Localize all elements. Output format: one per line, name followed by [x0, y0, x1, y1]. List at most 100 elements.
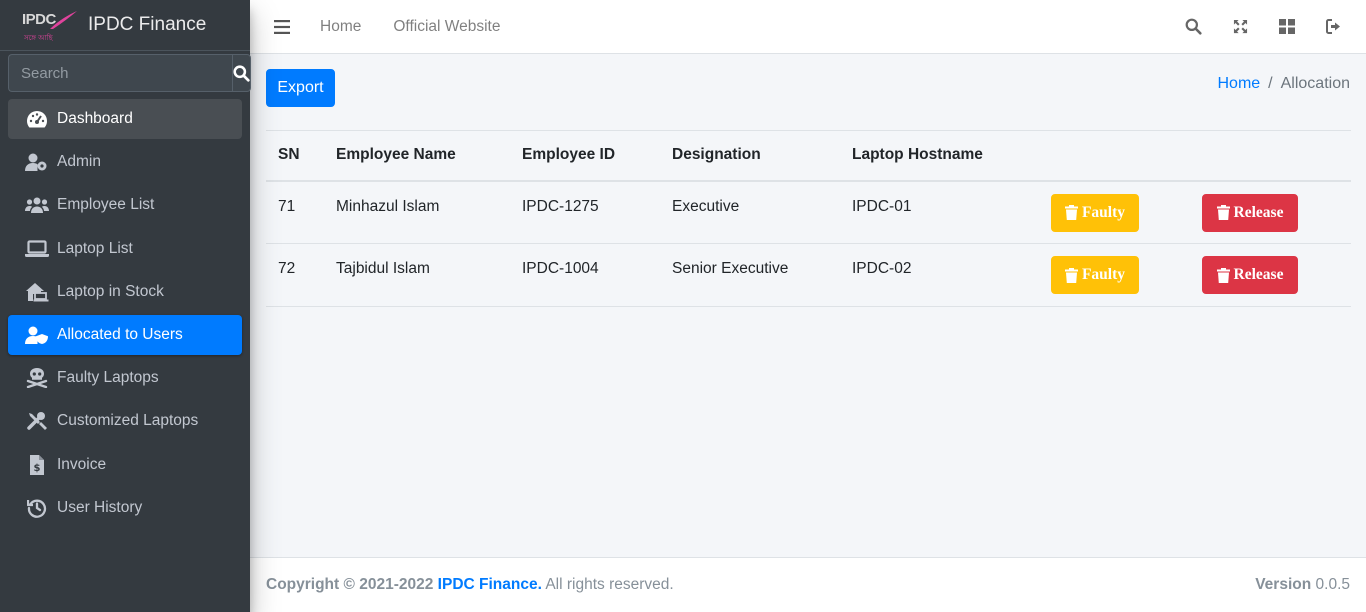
cell-employee-id: IPDC-1004	[510, 243, 660, 307]
search-input[interactable]	[8, 54, 232, 92]
users-icon	[25, 195, 49, 215]
sidebar-item-laptop-in-stock[interactable]: Laptop in Stock	[8, 272, 242, 312]
column-header-faulty-action	[1039, 130, 1190, 182]
sidebar-item-faulty-laptops[interactable]: Faulty Laptops	[8, 358, 242, 398]
sidebar-item-allocated-to-users[interactable]: Allocated to Users	[8, 314, 242, 355]
cell-release-action: Release	[1190, 180, 1351, 244]
sidebar-item-label: Allocated to Users	[57, 325, 183, 343]
table-row: 72 Tajbidul Islam IPDC-1004 Senior Execu…	[266, 243, 1351, 307]
skull-crossbones-icon	[25, 368, 49, 389]
faulty-button-label: Faulty	[1081, 266, 1126, 283]
version-label: Version	[1255, 576, 1312, 593]
cell-laptop-hostname: IPDC-01	[840, 180, 1039, 244]
column-header-sn: SN	[266, 130, 324, 182]
trash-icon	[1216, 205, 1230, 220]
nav-link-home[interactable]: Home	[320, 18, 361, 36]
brand-name: IPDC Finance	[88, 14, 207, 35]
sidebar-item-invoice[interactable]: $ Invoice	[8, 445, 242, 485]
top-icons	[1183, 16, 1344, 36]
sidebar-item-customized-laptops[interactable]: Customized Laptops	[8, 401, 242, 441]
cell-employee-name: Minhazul Islam	[324, 180, 510, 244]
trash-icon	[1064, 267, 1078, 283]
sidebar-item-label: Laptop in Stock	[57, 282, 164, 300]
sidebar-search	[8, 54, 251, 92]
user-cog-icon	[25, 152, 49, 172]
release-button[interactable]: Release	[1202, 193, 1298, 232]
grid-apps-icon[interactable]	[1277, 16, 1297, 36]
version-number: 0.0.5	[1315, 576, 1350, 593]
cell-faulty-action: Faulty	[1039, 243, 1190, 307]
breadcrumb-home[interactable]: Home	[1217, 75, 1260, 93]
table-row: 71 Minhazul Islam IPDC-1275 Executive IP…	[266, 180, 1351, 244]
file-invoice-dollar-icon: $	[25, 454, 49, 475]
sidebar-item-label: User History	[57, 498, 143, 516]
breadcrumb-separator: /	[1268, 75, 1273, 92]
search-icon	[233, 64, 250, 82]
sidebar: IPDC সঙ্গে আছি IPDC Finance Dashboard	[0, 0, 251, 612]
logo-tagline: সঙ্গে আছি	[24, 34, 53, 42]
column-header-employee-id: Employee ID	[510, 130, 660, 182]
sidebar-item-label: Invoice	[57, 455, 107, 473]
cell-sn: 71	[266, 180, 324, 244]
history-icon	[25, 498, 49, 518]
sidebar-item-laptop-list[interactable]: Laptop List	[8, 229, 242, 269]
sidebar-item-label: Admin	[57, 153, 101, 171]
sidebar-item-employee-list[interactable]: Employee List	[8, 185, 242, 225]
faulty-button[interactable]: Faulty	[1051, 256, 1139, 294]
brand-logo: IPDC সঙ্গে আছি	[20, 7, 78, 43]
main-content: Export Home / Allocation SN Employee Nam…	[250, 54, 1366, 557]
cell-faulty-action: Faulty	[1039, 180, 1190, 244]
footer-version: Version 0.0.5	[1255, 576, 1350, 594]
faulty-button[interactable]: Faulty	[1051, 193, 1139, 232]
sidebar-item-dashboard[interactable]: Dashboard	[8, 99, 242, 139]
cell-employee-id: IPDC-1275	[510, 180, 660, 244]
sidebar-menu: Dashboard Admin Employee List Laptop Lis…	[0, 92, 250, 528]
cell-designation: Senior Executive	[660, 243, 840, 307]
sidebar-item-label: Laptop List	[57, 239, 133, 257]
sidebar-item-label: Dashboard	[57, 110, 133, 127]
export-button[interactable]: Export	[266, 69, 335, 107]
logo-swoosh-icon	[50, 11, 77, 29]
column-header-laptop-hostname: Laptop Hostname	[840, 130, 1039, 182]
cell-employee-name: Tajbidul Islam	[324, 243, 510, 307]
allocation-table: SN Employee Name Employee ID Designation…	[266, 130, 1351, 307]
brand-link[interactable]: IPDC সঙ্গে আছি IPDC Finance	[0, 0, 250, 51]
user-shield-icon	[25, 325, 49, 345]
tools-icon	[25, 411, 49, 431]
trash-icon	[1064, 205, 1078, 220]
fullscreen-icon[interactable]	[1230, 16, 1250, 36]
footer-rights: All rights reserved.	[545, 576, 674, 593]
menu-toggle-icon[interactable]	[274, 19, 290, 34]
cell-designation: Executive	[660, 180, 840, 244]
laptop-house-icon	[25, 282, 49, 302]
footer-brand-link[interactable]: IPDC Finance.	[438, 576, 542, 593]
sign-out-icon[interactable]	[1324, 16, 1344, 36]
breadcrumb: Home / Allocation	[1217, 75, 1350, 93]
column-header-designation: Designation	[660, 130, 840, 182]
cell-laptop-hostname: IPDC-02	[840, 243, 1039, 307]
search-button[interactable]	[232, 54, 251, 92]
release-button[interactable]: Release	[1202, 256, 1298, 294]
sidebar-item-label: Faulty Laptops	[57, 369, 159, 387]
nav-link-official-website[interactable]: Official Website	[393, 18, 500, 36]
trash-icon	[1216, 267, 1230, 283]
table-header-row: SN Employee Name Employee ID Designation…	[266, 130, 1351, 182]
svg-text:$: $	[34, 463, 41, 474]
tachometer-icon	[25, 109, 49, 129]
faulty-button-label: Faulty	[1081, 203, 1126, 221]
release-button-label: Release	[1233, 203, 1284, 221]
release-button-label: Release	[1233, 266, 1284, 283]
footer-copyright: Copyright © 2021-2022	[266, 576, 434, 593]
sidebar-item-admin[interactable]: Admin	[8, 142, 242, 182]
cell-release-action: Release	[1190, 243, 1351, 307]
sidebar-item-label: Customized Laptops	[57, 412, 199, 430]
cell-sn: 72	[266, 243, 324, 307]
laptop-icon	[25, 239, 49, 259]
sidebar-item-label: Employee List	[57, 196, 155, 214]
footer: Copyright © 2021-2022 IPDC Finance. All …	[250, 557, 1366, 612]
sidebar-item-user-history[interactable]: User History	[8, 488, 242, 528]
top-navbar: Home Official Website	[250, 0, 1366, 54]
breadcrumb-current: Allocation	[1280, 75, 1350, 92]
column-header-release-action	[1190, 130, 1351, 182]
search-icon[interactable]	[1183, 16, 1203, 36]
